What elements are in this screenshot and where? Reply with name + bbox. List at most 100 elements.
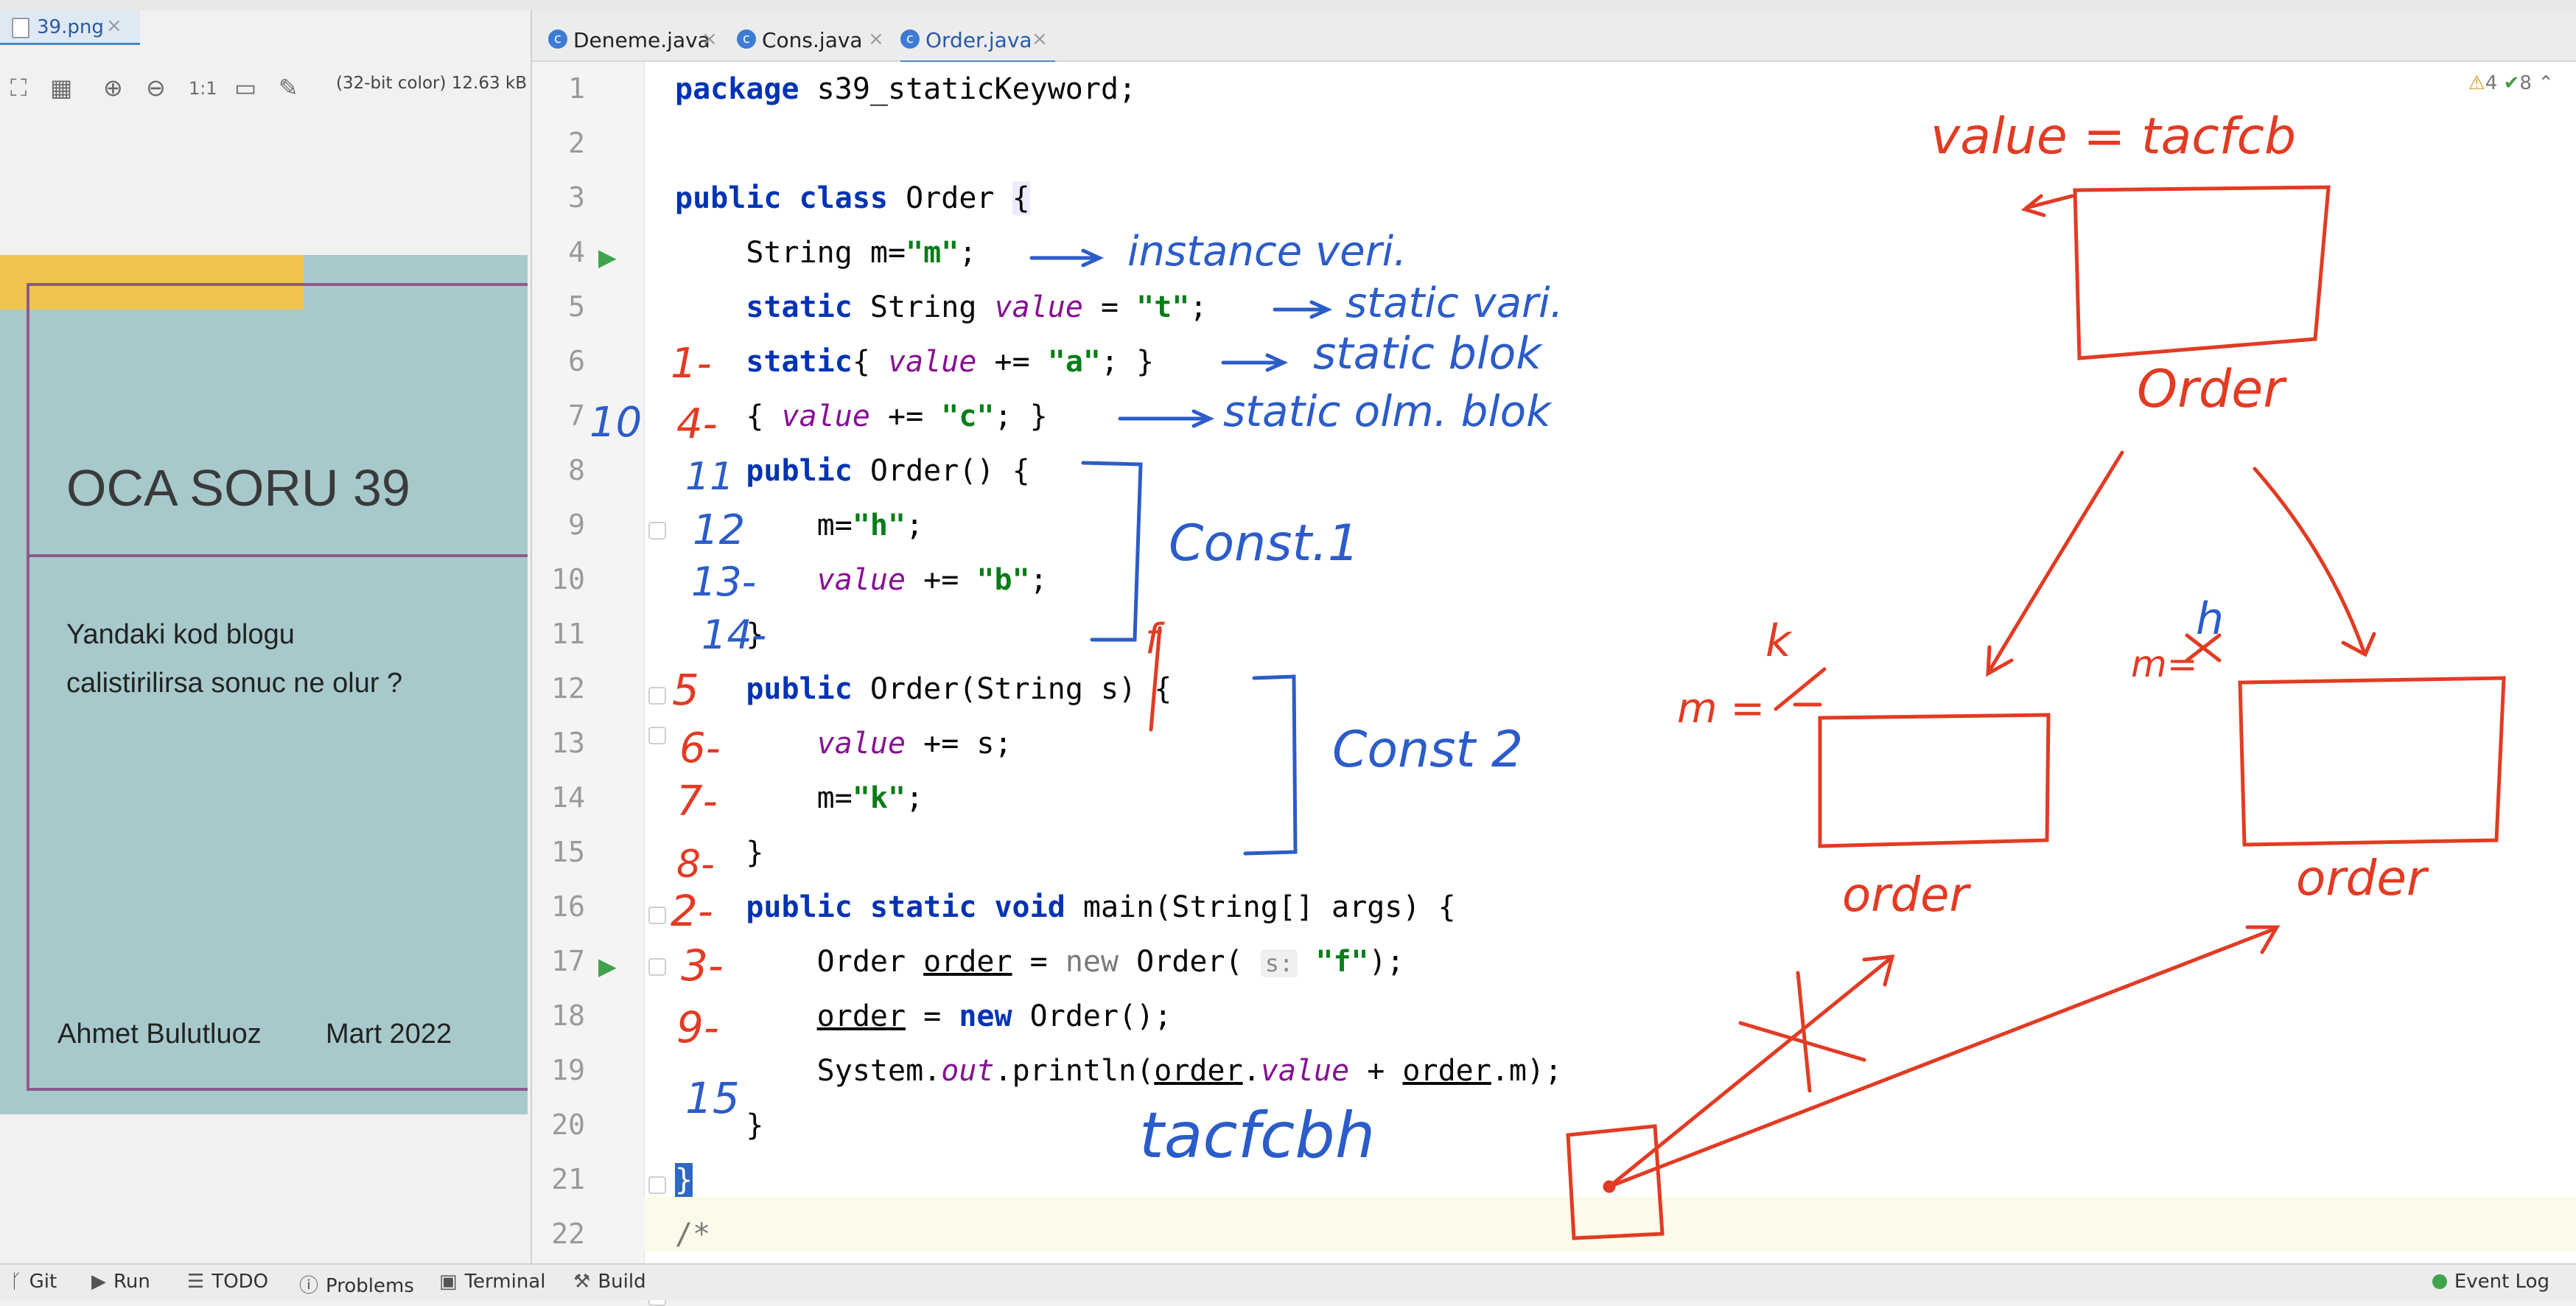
build-tool[interactable]: ⚒ Build — [573, 1271, 646, 1293]
terminal-icon: ▣ — [439, 1271, 458, 1293]
slide-date: Mart 2022 — [326, 1019, 452, 1050]
tab-image-file[interactable]: 39.png × — [0, 10, 140, 45]
image-file-icon — [12, 18, 29, 38]
run-tool[interactable]: ▶ Run — [91, 1271, 150, 1293]
check-count: 8 — [2519, 72, 2532, 94]
fold-icon[interactable] — [648, 958, 666, 976]
build-label: Build — [598, 1271, 646, 1293]
tab-order-java[interactable]: c Order.java × — [900, 21, 1055, 63]
chevron-up-icon[interactable]: ⌃ — [2538, 72, 2554, 94]
line-number: 12 — [551, 672, 585, 705]
line-number: 5 — [568, 290, 585, 323]
close-icon[interactable]: × — [868, 28, 884, 50]
line-number: 10 — [551, 563, 585, 596]
check-icon: ✔ — [2503, 72, 2520, 94]
slide-frame-top — [27, 283, 528, 286]
line-number: 22 — [551, 1218, 585, 1250]
actual-size-button[interactable]: 1:1 — [189, 78, 217, 99]
fold-icon[interactable] — [648, 1176, 666, 1194]
code-line-12: public Order(String s) { — [746, 672, 1172, 706]
run-main-icon[interactable]: ▶ — [598, 952, 617, 980]
event-log[interactable]: Event Log — [2432, 1271, 2549, 1293]
slide-image: OCA SORU 39 Yandaki kod blogu calistiril… — [0, 255, 528, 1114]
warning-count: 4 — [2485, 72, 2498, 94]
code-line-7: { value += "c"; } — [675, 399, 1048, 433]
close-icon[interactable]: × — [106, 15, 122, 37]
code-editor[interactable]: 1 2 3 4 5 6 7 8 9 10 11 12 13 14 15 16 17 18 19 20 21 22 ▶ ▶ … — [532, 62, 2576, 1306]
line-number: 6 — [568, 345, 585, 377]
close-icon[interactable]: × — [1032, 28, 1048, 50]
event-log-label: Event Log — [2454, 1271, 2549, 1293]
code-line-21: } — [675, 1163, 693, 1197]
code-line-9: m="h"; — [675, 509, 924, 542]
slide-frame-divider — [27, 554, 528, 557]
slide-title: OCA SORU 39 — [66, 459, 410, 517]
warning-icon: ⚠ — [2468, 72, 2485, 94]
code-line-15: } — [675, 836, 764, 870]
slide-question: Yandaki kod blogu calistirilirsa sonuc n… — [66, 610, 508, 708]
code-line-22: /* — [675, 1218, 711, 1251]
run-class-icon[interactable]: ▶ — [598, 243, 617, 271]
todo-tool[interactable]: ☰ TODO — [187, 1271, 268, 1293]
tab-cons-java[interactable]: c Cons.java × — [737, 21, 892, 60]
tab-label: Cons.java — [762, 28, 863, 52]
info-icon: ⓘ — [299, 1275, 319, 1297]
line-number: 9 — [568, 509, 585, 541]
code-line-11: } — [675, 618, 764, 652]
tab-label: Deneme.java — [573, 28, 710, 52]
fold-icon[interactable] — [648, 522, 666, 539]
code-line-4: String m="m"; — [675, 236, 977, 270]
git-icon: ᚴ — [10, 1271, 22, 1293]
zoom-in-icon[interactable]: ⊕ — [103, 74, 123, 102]
current-line-highlight — [644, 1197, 2576, 1251]
line-number: 7 — [568, 399, 585, 432]
eyedropper-icon[interactable]: ✎ — [279, 74, 298, 102]
slide-frame-bottom — [27, 1088, 528, 1091]
terminal-label: Terminal — [464, 1271, 546, 1293]
line-number: 17 — [551, 945, 585, 977]
fold-icon[interactable] — [648, 727, 666, 744]
run-label: Run — [113, 1271, 150, 1293]
problems-label: Problems — [326, 1275, 414, 1297]
slide-author: Ahmet Bulutluoz — [57, 1019, 262, 1050]
grid-icon[interactable]: ▦ — [50, 74, 72, 102]
hammer-icon: ⚒ — [573, 1271, 591, 1293]
java-class-icon: c — [737, 29, 756, 49]
code-line-17: Order order = new Order( s: "f"); — [675, 945, 1404, 979]
slide-question-line1: Yandaki kod blogu — [66, 619, 295, 650]
close-icon[interactable]: × — [701, 28, 718, 50]
fold-icon[interactable] — [648, 907, 666, 924]
slide-question-line2: calistirilirsa sonuc ne olur ? — [66, 668, 403, 699]
source-code[interactable]: package s39_staticKeyword; public class … — [675, 62, 1562, 1251]
line-number: 2 — [568, 127, 585, 159]
tab-deneme-java[interactable]: c Deneme.java × — [548, 21, 725, 60]
line-number: 13 — [551, 727, 585, 759]
line-number: 4 — [568, 236, 585, 268]
git-label: Git — [29, 1271, 57, 1293]
slide-accent-bar — [0, 255, 304, 310]
line-number: 18 — [551, 999, 585, 1032]
todo-label: TODO — [211, 1271, 269, 1293]
git-tool[interactable]: ᚴ Git — [10, 1271, 57, 1293]
inspection-widget[interactable]: ⚠4 ✔8 ⌃ — [2468, 72, 2554, 94]
tab-label: Order.java — [925, 28, 1032, 52]
fold-icon[interactable] — [648, 687, 666, 705]
editor-tab-bar: c Deneme.java × c Cons.java × c Order.ja… — [532, 10, 2576, 63]
problems-tool[interactable]: ⓘ Problems — [299, 1271, 414, 1298]
event-log-icon — [2432, 1274, 2447, 1289]
title-bar — [0, 0, 2576, 11]
fit-icon[interactable]: ⛶ — [10, 74, 27, 102]
code-line-16: public static void main(String[] args) { — [746, 890, 1456, 924]
code-line-10: value += "b"; — [816, 563, 1048, 597]
image-info: (32-bit color) 12.63 kB — [336, 74, 528, 93]
list-icon: ☰ — [187, 1271, 205, 1293]
slide-frame-left — [27, 283, 29, 1091]
zoom-out-icon[interactable]: ⊖ — [146, 74, 166, 102]
terminal-tool[interactable]: ▣ Terminal — [439, 1271, 545, 1293]
background-icon[interactable]: ▭ — [234, 74, 256, 102]
code-line-1: package s39_staticKeyword; — [675, 72, 1137, 106]
java-class-icon: c — [548, 29, 567, 49]
status-tool-bar: ᚴ Git ▶ Run ☰ TODO ⓘ Problems ▣ Terminal ⚒ Bui… — [0, 1263, 2576, 1300]
code-line-6: static{ value += "a"; } — [746, 345, 1155, 379]
code-line-8: public Order() { — [746, 454, 1030, 488]
